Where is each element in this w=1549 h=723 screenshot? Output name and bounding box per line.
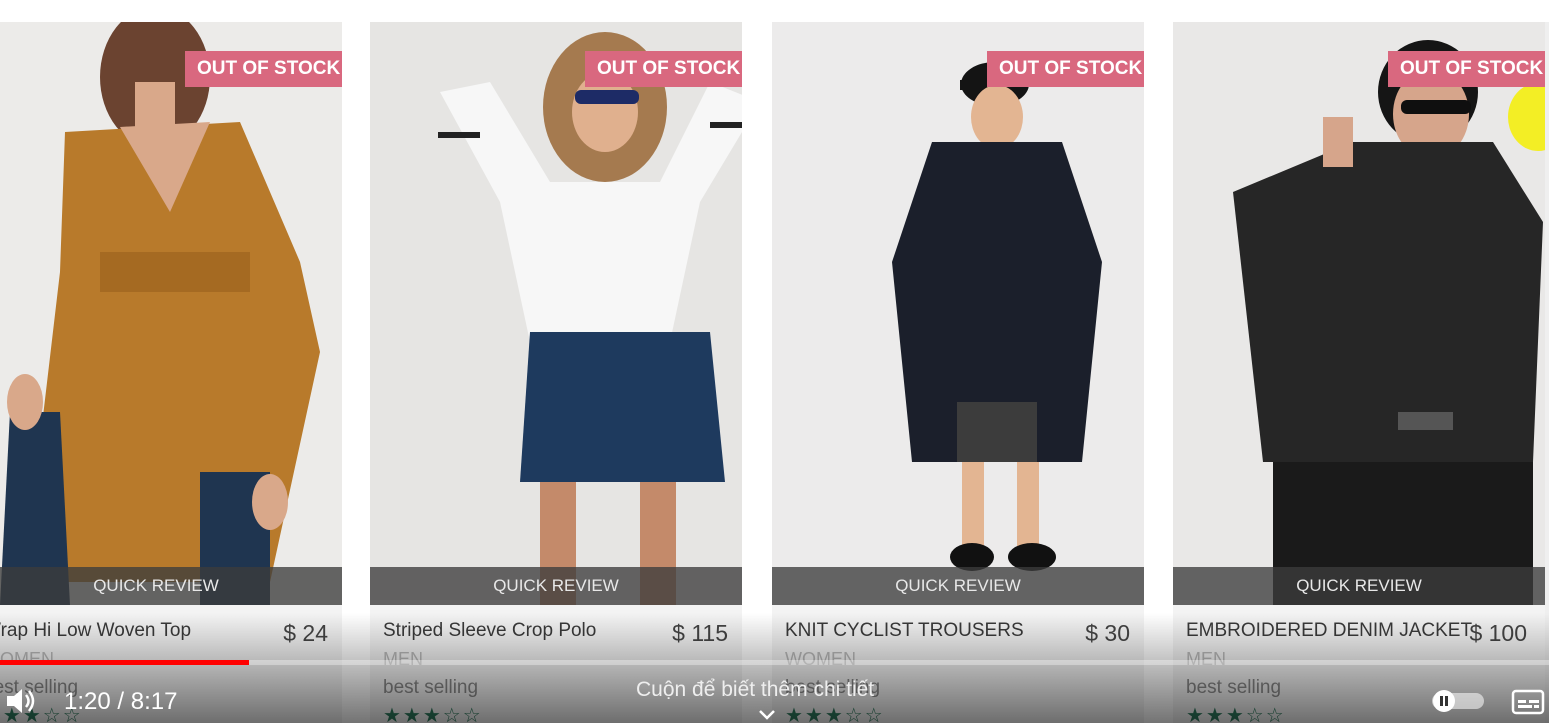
rating-stars: ★★★☆☆ xyxy=(785,705,885,723)
quick-review-button[interactable]: QUICK REVIEW xyxy=(0,567,342,605)
product-price: $ 30 xyxy=(1085,620,1130,646)
quick-review-button[interactable]: QUICK REVIEW xyxy=(1173,567,1545,605)
product-name[interactable]: Striped Sleeve Crop Polo xyxy=(383,620,596,642)
product-photo[interactable]: OUT OF STOCK QUICK REVIEW xyxy=(0,22,342,605)
product-card[interactable]: OUT OF STOCK QUICK REVIEW EMBROIDERED DE… xyxy=(1173,22,1549,723)
out-of-stock-badge: OUT OF STOCK xyxy=(987,51,1144,87)
product-tag: best selling xyxy=(1186,677,1282,698)
product-card[interactable]: OUT OF STOCK QUICK REVIEW Wrap Hi Low Wo… xyxy=(0,22,342,723)
out-of-stock-badge: OUT OF STOCK xyxy=(1388,51,1545,87)
product-photo[interactable]: OUT OF STOCK QUICK REVIEW xyxy=(370,22,742,605)
progress-played xyxy=(0,660,250,665)
product-price: $ 24 xyxy=(283,620,328,646)
autoplay-toggle-icon[interactable] xyxy=(1430,689,1486,713)
product-price: $ 115 xyxy=(672,620,728,646)
quick-review-button[interactable]: QUICK REVIEW xyxy=(772,567,1144,605)
rating-stars: ★★★☆☆ xyxy=(1186,705,1286,723)
product-name[interactable]: KNIT CYCLIST TROUSERS xyxy=(785,620,1024,642)
quick-review-button[interactable]: QUICK REVIEW xyxy=(370,567,742,605)
product-name[interactable]: Wrap Hi Low Woven Top xyxy=(0,620,191,642)
product-photo[interactable]: OUT OF STOCK QUICK REVIEW xyxy=(1173,22,1545,605)
subtitles-icon[interactable] xyxy=(1511,689,1545,715)
rating-stars: ★★★☆☆ xyxy=(383,705,483,723)
product-grid: OUT OF STOCK QUICK REVIEW Wrap Hi Low Wo… xyxy=(0,22,1549,723)
product-price: $ 100 xyxy=(1469,620,1527,646)
volume-icon[interactable] xyxy=(4,686,40,716)
product-name[interactable]: EMBROIDERED DENIM JACKET xyxy=(1186,620,1472,642)
top-bar xyxy=(0,0,1549,22)
out-of-stock-badge: OUT OF STOCK xyxy=(585,51,742,87)
product-card[interactable]: OUT OF STOCK QUICK REVIEW KNIT CYCLIST T… xyxy=(772,22,1144,723)
scroll-hint-text[interactable]: Cuộn để biết thêm chi tiết xyxy=(636,678,874,702)
time-display: 1:20 / 8:17 xyxy=(64,688,178,715)
chevron-down-icon[interactable] xyxy=(757,709,777,721)
product-tag: best selling xyxy=(383,677,479,698)
product-card[interactable]: OUT OF STOCK QUICK REVIEW Striped Sleeve… xyxy=(370,22,742,723)
out-of-stock-badge: OUT OF STOCK xyxy=(185,51,342,87)
progress-bar[interactable] xyxy=(0,660,1549,665)
product-photo[interactable]: OUT OF STOCK QUICK REVIEW xyxy=(772,22,1144,605)
